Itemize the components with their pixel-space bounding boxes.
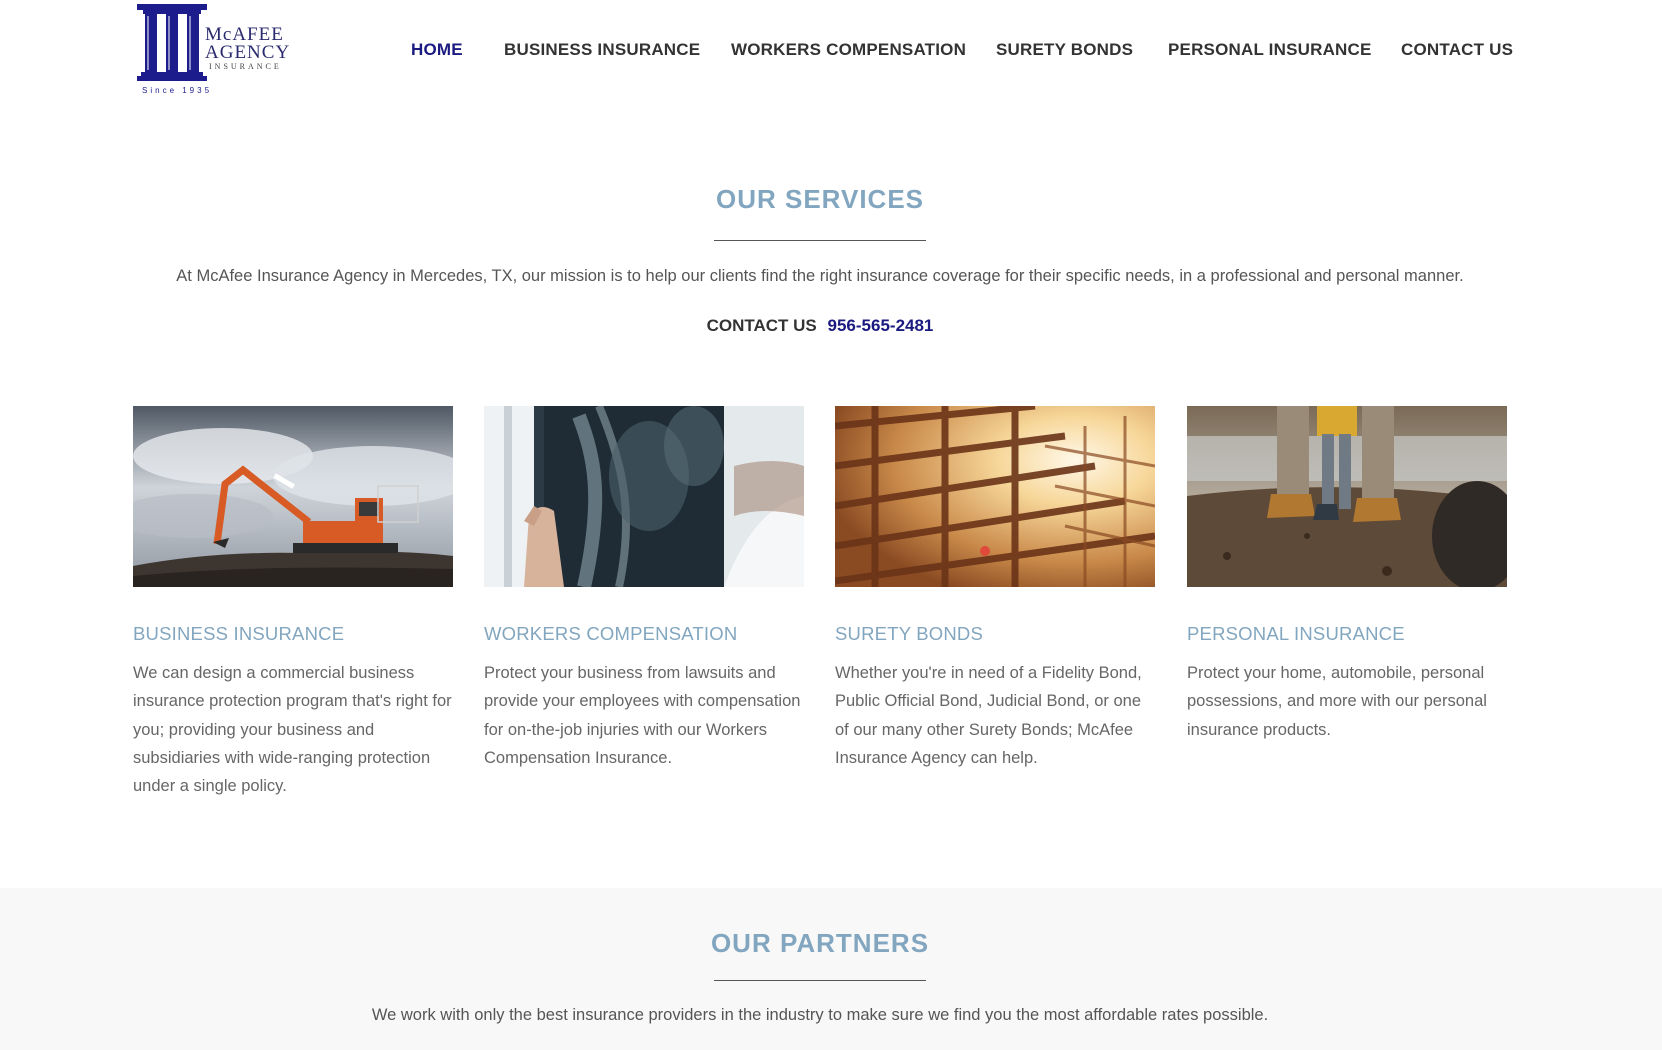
card-text-surety: Whether you're in need of a Fidelity Bon… xyxy=(835,664,1142,767)
contact-line: CONTACT US 956-565-2481 xyxy=(0,316,1640,336)
card-title-workers[interactable]: WORKERS COMPENSATION xyxy=(484,623,804,645)
card-title-personal[interactable]: PERSONAL INSURANCE xyxy=(1187,623,1507,645)
card-title-surety[interactable]: SURETY BONDS xyxy=(835,623,1155,645)
site-header: McAFEE AGENCY INSURANCE Since 1935 HOME … xyxy=(0,0,1662,120)
phone-link[interactable]: 956-565-2481 xyxy=(828,316,934,335)
nav-home[interactable]: HOME xyxy=(411,40,463,60)
partners-intro: We work with only the best insurance pro… xyxy=(371,1006,1269,1024)
logo-since: Since 1935 xyxy=(142,86,213,95)
service-card-surety: SURETY BONDS Whether you're in need of a… xyxy=(835,406,1155,772)
main-nav: HOME BUSINESS INSURANCE WORKERS COMPENSA… xyxy=(0,40,1662,64)
x-ray-photo[interactable] xyxy=(484,406,804,587)
nav-personal-insurance[interactable]: PERSONAL INSURANCE xyxy=(1168,40,1372,60)
nav-contact-us[interactable]: CONTACT US xyxy=(1401,40,1513,60)
partners-title-divider xyxy=(714,980,926,981)
services-intro: At McAfee Insurance Agency in Mercedes, … xyxy=(176,267,1464,285)
services-title-divider xyxy=(714,240,926,241)
excavator-photo[interactable] xyxy=(133,406,453,587)
nav-workers-compensation[interactable]: WORKERS COMPENSATION xyxy=(731,40,966,60)
card-text-workers: Protect your business from lawsuits and … xyxy=(484,664,801,767)
partners-title: OUR PARTNERS xyxy=(710,928,930,958)
family-boots-photo[interactable] xyxy=(1187,406,1507,587)
nav-surety-bonds[interactable]: SURETY BONDS xyxy=(996,40,1133,60)
service-card-personal: PERSONAL INSURANCE Protect your home, au… xyxy=(1187,406,1507,744)
service-card-workers: WORKERS COMPENSATION Protect your busine… xyxy=(484,406,804,772)
card-text-business: We can design a commercial business insu… xyxy=(133,664,452,796)
card-title-business[interactable]: BUSINESS INSURANCE xyxy=(133,623,453,645)
services-title: OUR SERVICES xyxy=(715,184,924,214)
service-card-business: BUSINESS INSURANCE We can design a comme… xyxy=(133,406,453,800)
contact-label: CONTACT US xyxy=(706,316,817,335)
card-text-personal: Protect your home, automobile, personal … xyxy=(1187,664,1487,739)
partners-section: OUR PARTNERS We work with only the best … xyxy=(0,888,1662,1050)
nav-business-insurance[interactable]: BUSINESS INSURANCE xyxy=(504,40,700,60)
steel-frame-photo[interactable] xyxy=(835,406,1155,587)
